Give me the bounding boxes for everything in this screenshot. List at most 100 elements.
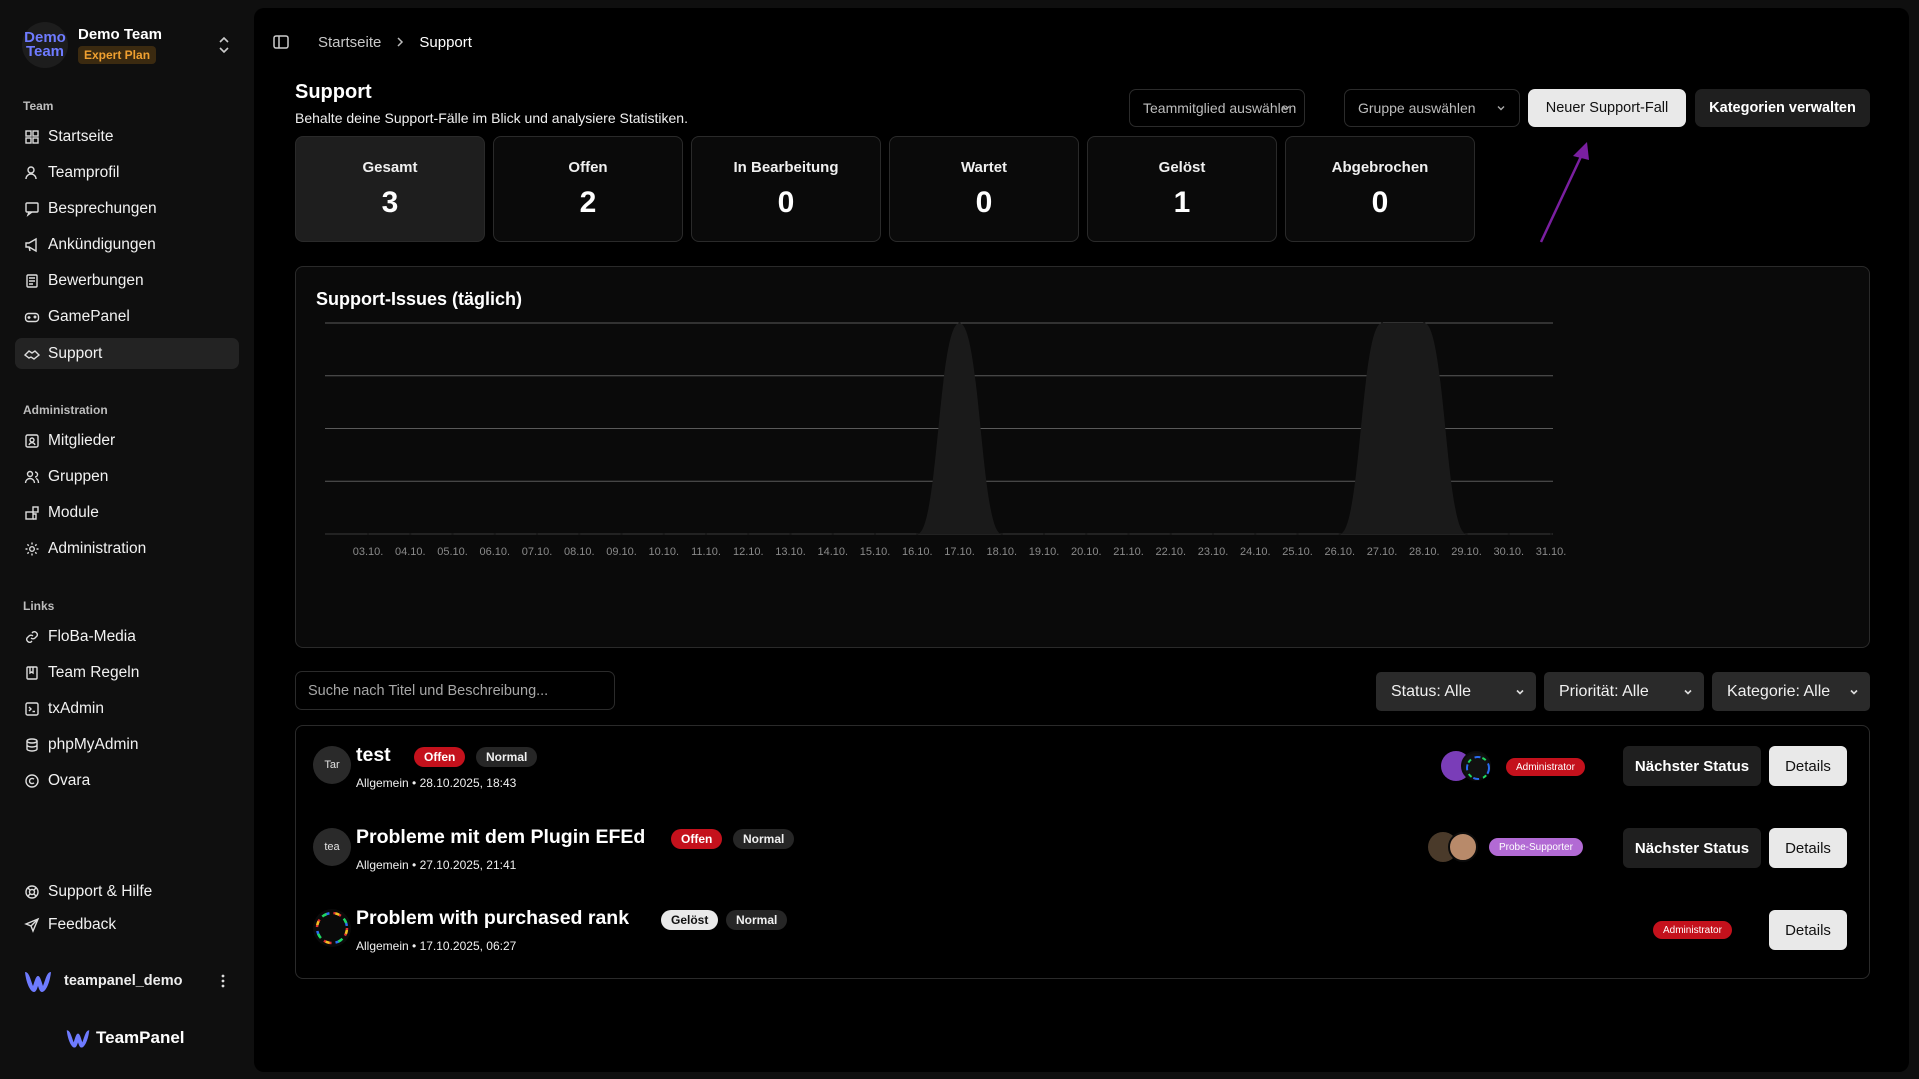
id-card-icon: [25, 433, 39, 448]
chart-point: [1085, 533, 1088, 535]
priority-filter-select[interactable]: Priorität: Alle: [1544, 672, 1704, 711]
chart-x-tick-label: 13.10.: [775, 546, 806, 558]
sidebar: Demo Team Demo Team Expert Plan Team Sta…: [0, 0, 254, 1079]
sidebar-item-teamprofil[interactable]: Teamprofil: [15, 157, 239, 188]
chart-point: [451, 533, 454, 535]
ticket-avatar: Tar: [313, 746, 351, 784]
team-switcher[interactable]: Demo Team Demo Team Expert Plan: [22, 20, 232, 70]
more-vertical-icon[interactable]: [214, 972, 232, 990]
chart-x-tick-label: 25.10.: [1282, 546, 1313, 558]
chart-point: [1550, 533, 1552, 535]
sidebar-item-module[interactable]: Module: [15, 497, 239, 528]
sidebar-item-label: Gruppen: [48, 467, 109, 485]
ticket-row[interactable]: Problem with purchased rank Gelöst Norma…: [296, 889, 1869, 969]
chart-x-tick-label: 18.10.: [986, 546, 1017, 558]
stat-card-cancelled: Abgebrochen 0: [1285, 136, 1475, 242]
nav-section-links: Links: [23, 599, 55, 613]
ticket-title[interactable]: Probleme mit dem Plugin EFEd: [356, 826, 645, 849]
chart-point: [1127, 533, 1130, 535]
sidebar-item-label: phpMyAdmin: [48, 735, 139, 753]
sidebar-item-label: FloBa-Media: [48, 627, 136, 645]
manage-categories-button[interactable]: Kategorien verwalten: [1695, 89, 1870, 127]
chart-point: [536, 533, 538, 535]
sidebar-item-team-regeln[interactable]: Team Regeln: [15, 657, 239, 688]
sidebar-item-label: Support: [48, 344, 103, 362]
sidebar-item-mitglieder[interactable]: Mitglieder: [15, 425, 239, 456]
ticket-row[interactable]: tea Probleme mit dem Plugin EFEd Offen N…: [296, 808, 1869, 888]
details-button[interactable]: Details: [1769, 828, 1847, 868]
colorful-ring-icon: [1466, 756, 1490, 780]
search-input[interactable]: [295, 671, 615, 710]
chart-x-tick-label: 15.10.: [860, 546, 891, 558]
category-filter-label: Kategorie: Alle: [1727, 682, 1831, 700]
send-icon: [24, 917, 40, 933]
sidebar-item-label: Administration: [48, 539, 147, 557]
gear-icon: [25, 542, 39, 555]
chart-x-tick-label: 12.10.: [733, 546, 764, 558]
breadcrumb-home[interactable]: Startseite: [318, 34, 381, 51]
ticket-meta: Allgemein • 17.10.2025, 06:27: [356, 939, 517, 953]
chart-x-tick-label: 03.10.: [353, 546, 384, 558]
sidebar-item-startseite[interactable]: Startseite: [15, 121, 239, 152]
next-status-button[interactable]: Nächster Status: [1623, 746, 1761, 786]
sidebar-item-ovara[interactable]: Ovara: [15, 765, 239, 796]
user-menu[interactable]: teampanel_demo: [22, 964, 232, 998]
sidebar-item-administration[interactable]: Administration: [15, 533, 239, 564]
team-name: Demo Team: [78, 26, 162, 43]
chevron-down-icon: [1850, 689, 1858, 695]
details-button[interactable]: Details: [1769, 910, 1847, 950]
sidebar-item-phpmyadmin[interactable]: phpMyAdmin: [15, 729, 239, 760]
breadcrumb-current: Support: [419, 33, 472, 51]
ticket-title[interactable]: test: [356, 744, 391, 767]
page-title: Support: [295, 81, 372, 103]
role-badge: Probe-Supporter: [1489, 838, 1583, 856]
new-support-case-button[interactable]: Neuer Support-Fall: [1528, 89, 1686, 127]
chart-x-tick-label: 04.10.: [395, 546, 426, 558]
user-icon: [25, 165, 37, 179]
stat-value: 0: [1371, 186, 1389, 219]
ticket-title[interactable]: Problem with purchased rank: [356, 907, 629, 930]
chart-point: [747, 533, 750, 535]
link-icon: [26, 630, 38, 643]
sidebar-item-txadmin[interactable]: txAdmin: [15, 693, 239, 724]
book-icon: [26, 665, 38, 680]
sidebar-item-support[interactable]: Support: [15, 338, 239, 369]
sidebar-item-label: Startseite: [48, 127, 114, 145]
chart-x-tick-label: 22.10.: [1155, 546, 1186, 558]
chart-x-tick-label: 31.10.: [1536, 546, 1567, 558]
details-button[interactable]: Details: [1769, 746, 1847, 786]
chevron-right-icon: [397, 37, 404, 47]
next-status-button[interactable]: Nächster Status: [1623, 828, 1761, 868]
user-name: teampanel_demo: [64, 973, 183, 989]
group-select-label: Gruppe auswählen: [1358, 100, 1476, 116]
sidebar-item-gruppen[interactable]: Gruppen: [15, 461, 239, 492]
sidebar-item-label: Ovara: [48, 771, 91, 789]
sidebar-item-besprechungen[interactable]: Besprechungen: [15, 193, 239, 224]
sidebar-item-ankuendigungen[interactable]: Ankündigungen: [15, 229, 239, 260]
stat-card-waiting: Wartet 0: [889, 136, 1079, 242]
user-avatar-icon: [25, 972, 51, 992]
sidebar-item-support-hilfe[interactable]: Support & Hilfe: [15, 878, 239, 906]
sidebar-item-floba-media[interactable]: FloBa-Media: [15, 621, 239, 652]
sidebar-item-bewerbungen[interactable]: Bewerbungen: [15, 265, 239, 296]
priority-filter-label: Priorität: Alle: [1559, 682, 1649, 700]
status-filter-select[interactable]: Status: Alle: [1376, 672, 1536, 711]
support-issues-chart: 03.10. 04.10. 05.10. 06.10. 07.10. 08.10. 09.1…: [325, 322, 1567, 558]
member-select-label: Teammitglied auswählen: [1143, 100, 1297, 116]
teampanel-logo-icon: [66, 1030, 90, 1048]
sidebar-toggle-icon[interactable]: [272, 33, 290, 51]
plan-badge: Expert Plan: [78, 46, 157, 64]
chevron-down-icon: [1282, 106, 1290, 111]
category-filter-select[interactable]: Kategorie: Alle: [1712, 672, 1870, 711]
sidebar-item-gamepanel[interactable]: GamePanel: [15, 301, 239, 332]
sidebar-item-label: Module: [48, 503, 99, 521]
chart-point: [916, 533, 919, 535]
chart-x-tick-label: 10.10.: [648, 546, 679, 558]
chart-x-tick-label: 17.10.: [944, 546, 975, 558]
users-icon: [24, 470, 40, 483]
member-select[interactable]: Teammitglied auswählen: [1129, 89, 1305, 127]
sidebar-item-feedback[interactable]: Feedback: [15, 911, 239, 939]
chart-x-tick-label: 23.10.: [1198, 546, 1229, 558]
group-select[interactable]: Gruppe auswählen: [1344, 89, 1520, 127]
ticket-row[interactable]: Tar test Offen Normal Allgemein • 28.10.…: [296, 726, 1869, 806]
